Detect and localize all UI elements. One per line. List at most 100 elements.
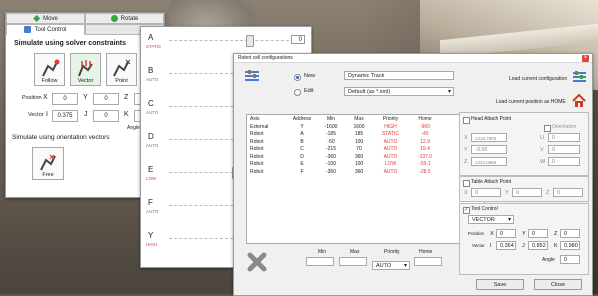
table-row[interactable]: Robot F -360 360 AUTO -28.5 [247,168,484,176]
pos-x-field[interactable]: 0 [52,93,78,105]
tc-angle-field[interactable]: 0 [560,255,580,264]
new-max-field[interactable] [339,257,367,266]
header-home: Home [418,116,432,122]
config-name-field[interactable]: Dynamic Track [344,71,454,80]
home-icon[interactable] [571,93,587,109]
bottom-priority-label: Priority [384,249,400,255]
edit-radio[interactable] [294,89,301,96]
follow-button[interactable]: Follow [34,53,65,86]
point-button[interactable]: Point [106,53,137,86]
free-button[interactable]: Free [32,147,64,180]
free-icon [40,154,56,171]
cell-address: D [300,153,304,160]
tc-position-label: Position [468,231,485,236]
save-button[interactable]: Save [476,279,524,290]
cell-priority: AUTO [383,138,398,145]
close-icon[interactable]: × [582,55,589,62]
tc-z-field[interactable]: 0 [560,229,580,238]
tc-x-field[interactable]: 0 [496,229,516,238]
bottom-max-label: Max [350,249,360,255]
tc-y-field[interactable]: 0 [528,229,548,238]
orientation-checkbox[interactable] [544,125,551,132]
vector-button[interactable]: Vector [70,53,101,86]
slider-track[interactable] [169,40,289,42]
tool-control-checkbox[interactable] [463,206,470,214]
tab-tool-control[interactable]: Tool Control [6,24,85,35]
cell-max: 100 [354,161,364,168]
slider-priority-label: LOW [146,176,157,181]
head-x-field[interactable]: 1218.7904 [471,133,507,142]
table-y-label: Y [505,190,509,196]
slider-axis-label: A [148,33,154,42]
cell-min: -360 [325,153,336,160]
cell-priority: AUTO [383,146,398,153]
cell-priority: HIGH [384,123,397,130]
new-home-field[interactable] [414,257,442,266]
new-min-field[interactable] [306,257,334,266]
orientation-heading: Simulate using orientation vectors [12,134,110,141]
table-row[interactable]: Robot C -215 70 AUTO 19.4 [247,146,484,154]
tc-i-field[interactable]: 0.364 [496,241,516,250]
config-select[interactable]: Default (as *.xml) [344,87,454,96]
cell-address: Y [300,123,304,130]
table-y-field[interactable]: 0 [512,188,542,197]
tool-mode-select[interactable]: VECTOR [468,215,514,224]
new-radio[interactable] [294,74,301,81]
table-x-field[interactable]: 0 [471,188,501,197]
table-row[interactable]: Robot E -100 100 LOW -59.1 [247,161,484,169]
cell-home: -28.5 [419,168,431,175]
head-y-field[interactable]: -3.95 [471,145,507,154]
vec-j-field[interactable]: 0 [93,110,119,122]
load-home-label: Load current position as HOME [496,99,566,105]
table-row[interactable]: Robot A -185 185 STATIC -45 [247,131,484,139]
angle-label: Angle [127,125,140,131]
vec-i-field[interactable]: 0.375 [52,110,78,122]
cell-priority: AUTO [383,153,398,160]
table-z-label: Z [546,190,550,196]
new-priority-select[interactable]: AUTO [372,261,410,270]
table-row[interactable]: Robot B -50 100 AUTO 12.9 [247,138,484,146]
table-z-field[interactable]: 0 [553,188,583,197]
slider-axis-label: E [148,165,154,174]
close-button[interactable]: Close [534,279,582,290]
table-attach-checkbox[interactable] [463,180,470,187]
head-v-field[interactable]: 0 [548,145,580,154]
rotate-icon [110,15,118,22]
tc-k-label: K [554,243,558,249]
tc-j-field[interactable]: 0.852 [528,241,548,250]
tc-k-field[interactable]: 0.980 [560,241,580,250]
tab-rotate[interactable]: Rotate [85,13,164,24]
vector-icon [77,60,93,77]
table-row[interactable]: External Y -1600 1600 HIGH -960 [247,123,484,131]
head-u-field[interactable]: 0 [548,133,580,142]
load-config-icon[interactable] [572,70,587,84]
slider-axis-label: D [148,132,154,141]
delete-icon[interactable] [247,252,267,272]
solver-heading: Simulate using solver constraints [14,40,127,47]
pos-y-field[interactable]: 0 [93,93,119,105]
follow-icon [41,59,59,77]
head-w-field[interactable]: 0 [548,157,580,166]
slider-axis-label: B [148,66,154,75]
slider-thumb[interactable] [246,35,255,47]
tab-move[interactable]: Move [6,13,85,24]
cell-address: C [300,146,304,153]
slider-value-field[interactable]: 0 [291,35,305,44]
vec-k-label: K [124,111,129,118]
table-row[interactable]: Robot D -360 360 AUTO -237.0 [247,153,484,161]
header-axis: Axis [250,116,260,122]
cell-home: -59.1 [419,161,431,168]
cell-priority: LOW [384,161,397,168]
tool-control-section: Tool Control VECTOR Position X 0 Y 0 Z 0… [459,203,589,275]
vector-label: Vector [28,112,44,118]
table-header: Axis Address Min Max Priority Home [247,115,484,123]
head-z-field[interactable]: 1234.0966 [471,157,507,166]
cell-axis: Robot [250,146,264,153]
head-attach-checkbox[interactable] [463,117,470,124]
tc-angle-label: Angle [542,257,555,263]
bottom-min-label: Min [318,249,327,255]
head-y-label: Y [464,147,468,153]
cell-min: -50 [327,138,335,145]
table-x-label: X [464,190,468,196]
head-attach-section: Head Attach Point Orientation X 1218.790… [459,112,589,176]
